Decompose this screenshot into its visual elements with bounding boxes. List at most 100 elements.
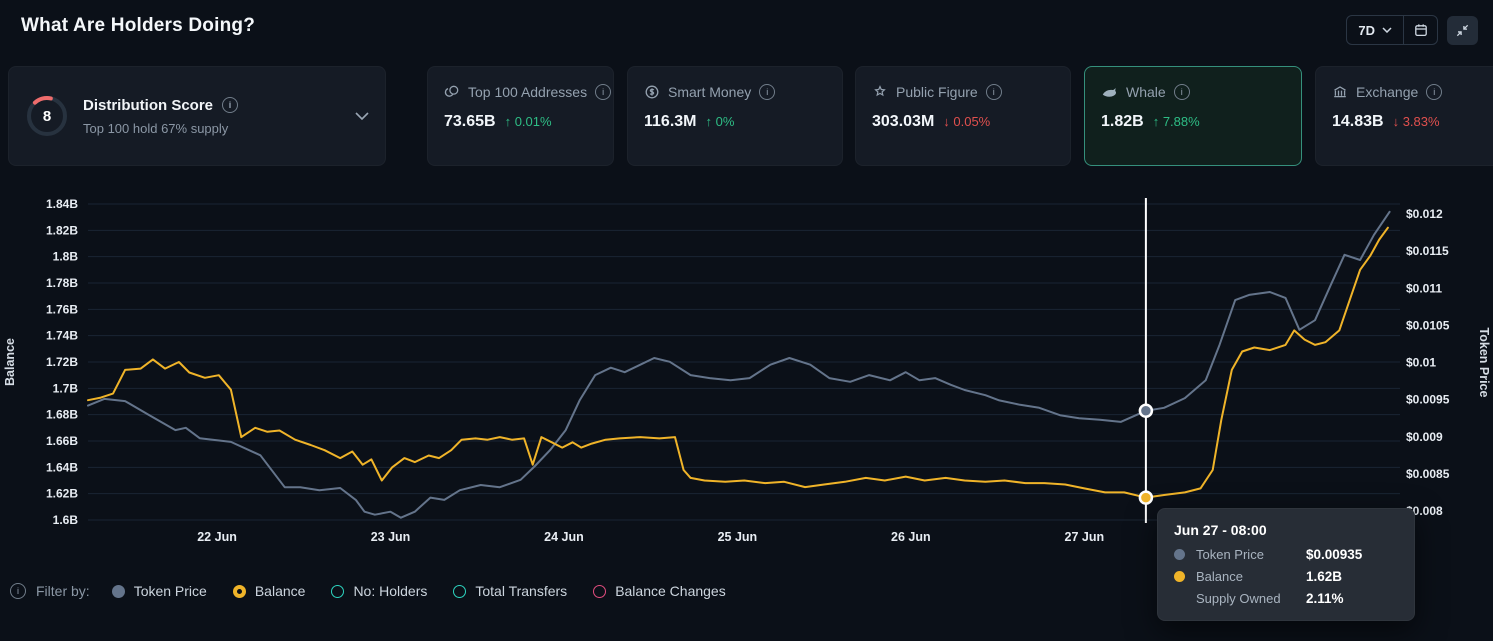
x-tick-label: 22 Jun <box>197 530 237 544</box>
holders-panel: What Are Holders Doing? 7D <box>0 0 1493 641</box>
tooltip-row: Balance 1.62B <box>1174 569 1398 584</box>
star-person-icon <box>872 84 888 100</box>
metric-value: 14.83B <box>1332 113 1384 131</box>
price-tick-label: $0.009 <box>1406 430 1443 444</box>
metric-card-exchange[interactable]: Exchange 14.83B ↓ 3.83% <box>1315 66 1493 166</box>
calendar-button[interactable] <box>1403 16 1437 44</box>
balance-tick-label: 1.66B <box>46 434 78 448</box>
transfers-legend-dot <box>453 585 466 598</box>
holders-chart[interactable]: 1.84B 1.82B 1.8B 1.78B 1.76B 1.74B 1.72B 1.7B 1.… <box>0 185 1493 560</box>
x-tick-label: 23 Jun <box>371 530 411 544</box>
collapse-button[interactable] <box>1447 16 1478 45</box>
range-group: 7D <box>1346 15 1438 45</box>
collapse-icon <box>1455 23 1470 38</box>
x-tick-label: 25 Jun <box>718 530 758 544</box>
metric-change: ↑ 7.88% <box>1153 114 1200 129</box>
crosshair-dot <box>1140 492 1152 504</box>
balance-tick-label: 1.68B <box>46 408 78 422</box>
balance-tick-label: 1.72B <box>46 355 78 369</box>
metric-change: ↑ 0.01% <box>505 114 552 129</box>
x-tick-label: 26 Jun <box>891 530 931 544</box>
metric-change: ↓ 3.83% <box>1393 114 1440 129</box>
balance-tick-label: 1.78B <box>46 276 78 290</box>
whale-icon <box>1101 84 1118 100</box>
metric-label: Whale <box>1126 84 1166 100</box>
info-icon[interactable] <box>1174 84 1190 100</box>
dollar-coin-icon <box>644 84 660 100</box>
tooltip-row: Token Price $0.00935 <box>1174 547 1398 562</box>
time-range-label: 7D <box>1358 23 1375 38</box>
chart-tooltip: Jun 27 - 08:00 Token Price $0.00935 Bala… <box>1157 508 1415 621</box>
filter-by: Filter by: <box>10 583 90 599</box>
token-price-legend-dot <box>112 585 125 598</box>
distribution-score-label: Distribution Score <box>83 97 213 114</box>
distribution-score-text: Distribution Score Top 100 hold 67% supp… <box>83 97 238 136</box>
page-title: What Are Holders Doing? <box>21 15 255 37</box>
metric-card-smart-money[interactable]: Smart Money 116.3M ↑ 0% <box>627 66 843 166</box>
balance-tick-label: 1.76B <box>46 302 78 316</box>
chevron-down-icon <box>1382 27 1392 33</box>
info-icon[interactable] <box>759 84 775 100</box>
holders-legend-dot <box>331 585 344 598</box>
balance-tick-label: 1.7B <box>53 381 79 395</box>
metric-change: ↑ 0% <box>705 114 734 129</box>
legend-balance-changes[interactable]: Balance Changes <box>593 583 726 599</box>
legend: Token Price Balance No: Holders Total Tr… <box>112 583 726 599</box>
x-tick-label: 27 Jun <box>1065 530 1105 544</box>
balance-legend-dot <box>233 585 246 598</box>
metric-change: ↓ 0.05% <box>943 114 990 129</box>
metric-label: Smart Money <box>668 84 751 100</box>
bank-icon <box>1332 84 1348 100</box>
balance-tick-label: 1.8B <box>53 250 79 264</box>
time-range-button[interactable]: 7D <box>1347 16 1403 44</box>
price-tick-label: $0.01 <box>1406 356 1436 370</box>
price-tick-label: $0.0115 <box>1406 244 1449 258</box>
legend-balance[interactable]: Balance <box>233 583 306 599</box>
legend-no-holders[interactable]: No: Holders <box>331 583 427 599</box>
balance-tick-label: 1.6B <box>53 513 79 527</box>
price-tick-label: $0.011 <box>1406 281 1442 295</box>
metric-label: Top 100 Addresses <box>468 84 587 100</box>
metric-card-top100[interactable]: Top 100 Addresses 73.65B ↑ 0.01% <box>427 66 614 166</box>
balance-tick-label: 1.84B <box>46 197 78 211</box>
metric-value: 1.82B <box>1101 113 1144 131</box>
tooltip-date: Jun 27 - 08:00 <box>1174 522 1398 538</box>
price-axis-title: Token Price <box>1477 328 1491 398</box>
distribution-score-subtitle: Top 100 hold 67% supply <box>83 121 238 136</box>
metric-label: Public Figure <box>896 84 978 100</box>
price-tick-label: $0.0105 <box>1406 318 1450 332</box>
info-icon[interactable] <box>1426 84 1442 100</box>
balance-tick-label: 1.82B <box>46 223 78 237</box>
metric-card-public-figure[interactable]: Public Figure 303.03M ↓ 0.05% <box>855 66 1071 166</box>
legend-token-price[interactable]: Token Price <box>112 583 207 599</box>
balance-dot <box>1174 571 1185 582</box>
info-icon[interactable] <box>595 84 611 100</box>
info-icon[interactable] <box>222 97 238 113</box>
metric-value: 303.03M <box>872 113 934 131</box>
metric-label: Exchange <box>1356 84 1418 100</box>
info-icon[interactable] <box>986 84 1002 100</box>
metric-value: 73.65B <box>444 113 496 131</box>
filter-bar: Filter by: Token Price Balance No: Holde… <box>10 583 726 599</box>
chevron-down-icon[interactable] <box>355 112 369 120</box>
legend-total-transfers[interactable]: Total Transfers <box>453 583 567 599</box>
price-tick-label: $0.0085 <box>1406 467 1450 481</box>
balance-tick-label: 1.62B <box>46 487 78 501</box>
token-price-line <box>88 212 1390 518</box>
header-controls: 7D <box>1346 15 1478 45</box>
x-tick-label: 24 Jun <box>544 530 584 544</box>
coins-icon <box>444 84 460 100</box>
distribution-score-card[interactable]: 8 Distribution Score Top 100 hold 67% su… <box>8 66 386 166</box>
calendar-icon <box>1413 22 1429 38</box>
balance-tick-label: 1.74B <box>46 329 78 343</box>
tooltip-row: Supply Owned 2.11% <box>1174 591 1398 606</box>
token-price-dot <box>1174 549 1185 560</box>
balance-axis-title: Balance <box>3 338 17 386</box>
crosshair-dot <box>1140 405 1152 417</box>
distribution-score-value: 8 <box>25 94 69 138</box>
balance-tick-label: 1.64B <box>46 460 78 474</box>
metric-card-whale[interactable]: Whale 1.82B ↑ 7.88% <box>1084 66 1302 166</box>
distribution-score-gauge: 8 <box>25 94 69 138</box>
info-icon[interactable] <box>10 583 26 599</box>
metric-value: 116.3M <box>644 113 696 131</box>
